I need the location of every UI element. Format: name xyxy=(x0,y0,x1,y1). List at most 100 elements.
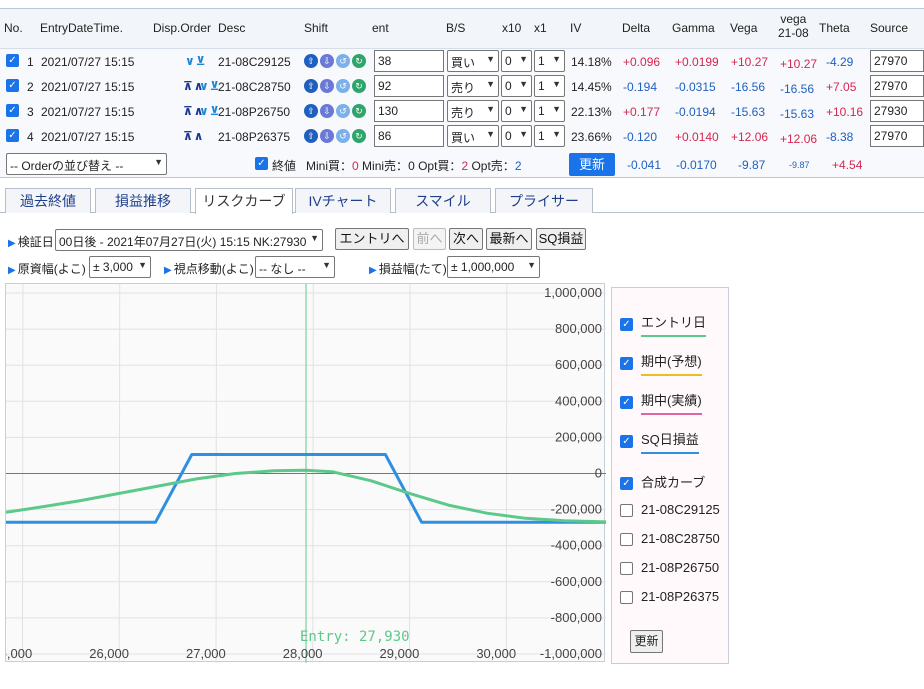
shift-apply-icon[interactable]: ↻ xyxy=(352,129,366,143)
legend-leg-item[interactable]: 21-08P26750 xyxy=(620,560,719,576)
shift-reset-icon[interactable]: ↺ xyxy=(336,104,350,118)
bs-select[interactable]: 買い ▼ xyxy=(447,50,499,72)
row-checkbox[interactable]: ✓ xyxy=(6,54,19,67)
bs-select[interactable]: 売り ▼ xyxy=(447,75,499,97)
shift-up-icon[interactable]: ⇧ xyxy=(304,129,318,143)
x1-select[interactable]: 1 ▼ xyxy=(534,100,565,122)
source-input[interactable]: 27970 xyxy=(870,50,924,72)
row-delta: -0.194 xyxy=(623,80,658,94)
table-row: ✓ 1 2021/07/27 15:15 ∨⊻ 21-08C29125 ⇧ ⇩ ↺ ↻… xyxy=(0,49,924,74)
shift-controls[interactable]: ⇧ ⇩ ↺ ↻ xyxy=(304,54,372,69)
source-input[interactable]: 27970 xyxy=(870,125,924,147)
x10-select[interactable]: 0 ▼ xyxy=(501,50,532,72)
row-vega: -16.56 xyxy=(731,80,766,94)
col-x10: x10 xyxy=(502,21,522,35)
table-row: ✓ 2 2021/07/27 15:15 ⊼∧ ∨⊻ 21-08C28750 ⇧… xyxy=(0,74,924,99)
row-date: 2021/07/27 15:15 xyxy=(41,80,135,94)
shift-up-icon[interactable]: ⇧ xyxy=(304,104,318,118)
order-sort-select[interactable]: -- Orderの並び替え -- ▼ xyxy=(6,153,167,175)
ent-input[interactable]: 130 xyxy=(374,100,444,122)
y-tick-label: 200,000 xyxy=(555,429,602,444)
legend-item[interactable]: ✓ 期中(予想) xyxy=(620,351,702,376)
total-vega: -9.87 xyxy=(738,158,766,172)
tab-smile[interactable]: スマイル xyxy=(395,188,491,213)
x1-select[interactable]: 1 ▼ xyxy=(534,125,565,147)
row-checkbox[interactable]: ✓ xyxy=(6,79,19,92)
order-bar: -- Orderの並び替え -- ▼ ✓ 終値 Mini買：0 Mini売：0 O… xyxy=(0,151,924,179)
shift-down-icon[interactable]: ⇩ xyxy=(320,129,334,143)
tab-pl-history[interactable]: 損益推移 xyxy=(95,188,191,213)
x10-select[interactable]: 0 ▼ xyxy=(501,100,532,122)
bs-select[interactable]: 買い ▼ xyxy=(447,125,499,147)
legend-item[interactable]: ✓ SQ日損益 xyxy=(620,429,699,454)
shift-controls[interactable]: ⇧ ⇩ ↺ ↻ xyxy=(304,104,372,119)
legend-item[interactable]: ✓ 期中(実績) xyxy=(620,390,702,415)
price-width-select[interactable]: ± 3,000 ▼ xyxy=(89,256,151,278)
viewpoint-select[interactable]: -- なし -- ▼ xyxy=(255,256,335,278)
shift-apply-icon[interactable]: ↻ xyxy=(352,79,366,93)
source-input[interactable]: 27970 xyxy=(870,75,924,97)
row-checkbox[interactable]: ✓ xyxy=(6,104,19,117)
shift-up-icon[interactable]: ⇧ xyxy=(304,79,318,93)
legend-item[interactable]: ✓ エントリ日 xyxy=(620,312,707,337)
row-date: 2021/07/27 15:15 xyxy=(41,105,135,119)
legend-update-button[interactable]: 更新 xyxy=(630,630,663,653)
shift-reset-icon[interactable]: ↺ xyxy=(336,54,350,68)
goto-entry-button[interactable]: エントリへ xyxy=(335,228,409,250)
row-vega: -15.63 xyxy=(731,105,766,119)
x1-select[interactable]: 1 ▼ xyxy=(534,75,565,97)
checkbox-icon: ✓ xyxy=(620,357,633,370)
shift-controls[interactable]: ⇧ ⇩ ↺ ↻ xyxy=(304,79,372,94)
tab-risk-curve[interactable]: リスクカーブ xyxy=(195,188,293,214)
x10-select[interactable]: 0 ▼ xyxy=(501,125,532,147)
row-theta: +10.16 xyxy=(826,105,864,119)
pl-width-select[interactable]: ± 1,000,000 ▼ xyxy=(447,256,540,278)
row-checkbox[interactable]: ✓ xyxy=(6,129,19,142)
y-tick-label: 600,000 xyxy=(555,357,602,372)
update-button[interactable]: 更新 xyxy=(569,153,615,176)
shift-apply-icon[interactable]: ↻ xyxy=(352,54,366,68)
triangle-right-icon: ▶ xyxy=(164,265,172,276)
source-input[interactable]: 27930 xyxy=(870,100,924,122)
row-delta: -0.120 xyxy=(623,130,658,144)
latest-button[interactable]: 最新へ xyxy=(486,228,532,250)
tab-pricer[interactable]: プライサー xyxy=(495,188,593,213)
shift-reset-icon[interactable]: ↺ xyxy=(336,79,350,93)
col-disp-order: Disp.Order xyxy=(153,21,212,35)
row-gamma: -0.0194 xyxy=(675,105,716,119)
x-tick-label: 28,000 xyxy=(283,646,323,661)
close-price-checkbox[interactable]: ✓ xyxy=(255,157,268,170)
legend-leg-item[interactable]: 21-08P26375 xyxy=(620,589,719,605)
ent-input[interactable]: 38 xyxy=(374,50,444,72)
col-iv: IV xyxy=(570,21,582,35)
row-gamma: +0.0140 xyxy=(675,130,719,144)
tab-past-close[interactable]: 過去終値 xyxy=(5,188,91,213)
row-no: 4 xyxy=(27,130,34,144)
shift-down-icon[interactable]: ⇩ xyxy=(320,54,334,68)
tab-iv-chart[interactable]: IVチャート xyxy=(295,188,391,213)
col-vega-month: vega 21-08 xyxy=(778,12,809,40)
shift-apply-icon[interactable]: ↻ xyxy=(352,104,366,118)
shift-down-icon[interactable]: ⇩ xyxy=(320,104,334,118)
sq-pl-button[interactable]: SQ損益 xyxy=(536,228,586,250)
shift-controls[interactable]: ⇧ ⇩ ↺ ↻ xyxy=(304,129,372,144)
prev-button[interactable]: 前へ xyxy=(413,228,446,250)
legend-leg-item[interactable]: 21-08C28750 xyxy=(620,531,720,547)
next-button[interactable]: 次へ xyxy=(449,228,483,250)
shift-reset-icon[interactable]: ↺ xyxy=(336,129,350,143)
legend-leg-item[interactable]: 21-08C29125 xyxy=(620,502,720,518)
shift-down-icon[interactable]: ⇩ xyxy=(320,79,334,93)
shift-up-icon[interactable]: ⇧ xyxy=(304,54,318,68)
row-no: 3 xyxy=(27,105,34,119)
verify-date-select[interactable]: 00日後 - 2021年07月27日(火) 15:15 NK:27930 ▼ xyxy=(55,229,323,251)
risk-curve-chart[interactable]: 25,000 26,000 27,000 28,000 29,000 30,000 1,00… xyxy=(0,283,607,664)
ent-input[interactable]: 86 xyxy=(374,125,444,147)
risk-curve-svg: 25,000 26,000 27,000 28,000 29,000 30,000 1,00… xyxy=(0,283,607,664)
legend-combined[interactable]: ✓ 合成カーブ xyxy=(620,472,705,491)
bs-select[interactable]: 売り ▼ xyxy=(447,100,499,122)
x1-select[interactable]: 1 ▼ xyxy=(534,50,565,72)
x10-select[interactable]: 0 ▼ xyxy=(501,75,532,97)
order-up-icon[interactable]: ⊼∧ xyxy=(183,129,205,143)
ent-input[interactable]: 92 xyxy=(374,75,444,97)
order-down-icon[interactable]: ∨⊻ xyxy=(185,54,207,68)
